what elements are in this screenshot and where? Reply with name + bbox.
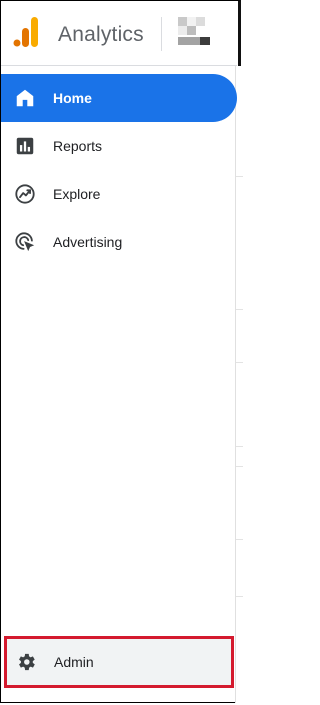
nav-item-advertising[interactable]: Advertising: [1, 218, 237, 266]
nav-label-advertising: Advertising: [53, 234, 123, 250]
side-nav: Home Reports Explore Advertising: [1, 74, 237, 266]
nav-item-reports[interactable]: Reports: [1, 122, 237, 170]
nav-item-home[interactable]: Home: [1, 74, 237, 122]
gear-icon: [19, 653, 35, 671]
account-selector[interactable]: [178, 17, 210, 47]
top-bar: Analytics: [1, 1, 237, 66]
home-icon: [16, 89, 34, 107]
advertising-icon: [15, 232, 35, 252]
reports-icon: [16, 137, 34, 155]
nav-label-reports: Reports: [53, 138, 103, 154]
analytics-logo-icon[interactable]: [13, 17, 39, 47]
nav-item-explore[interactable]: Explore: [1, 170, 237, 218]
app-title: Analytics: [58, 23, 144, 46]
nav-label-explore: Explore: [53, 186, 101, 202]
admin-label: Admin: [54, 654, 94, 670]
nav-item-admin[interactable]: Admin: [4, 636, 234, 688]
title-divider: [161, 17, 162, 51]
nav-label-home: Home: [53, 90, 92, 106]
explore-icon: [15, 184, 35, 204]
